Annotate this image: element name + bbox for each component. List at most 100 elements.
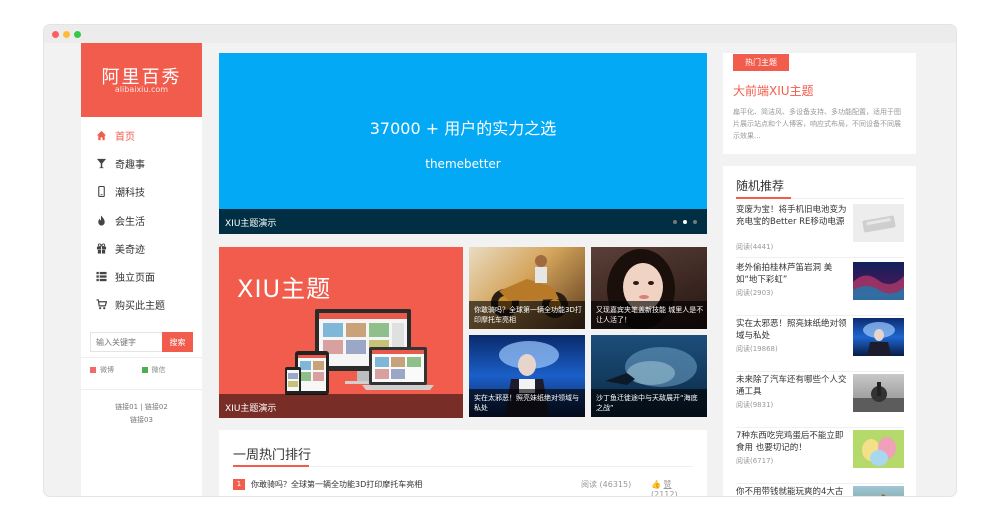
nav-label: 美奇迹 <box>115 244 145 256</box>
banner-caption: XIU主题演示 <box>225 219 277 229</box>
feature-caption: XIU主题演示 <box>225 404 277 414</box>
random-item-read: 阅读(2903) <box>736 289 774 297</box>
thumb-caption: 又现嘉宾夹笔盖新技能 城里人是不让人活了！ <box>596 306 704 324</box>
minimize-window-button[interactable] <box>63 31 70 38</box>
thumb-caption-bar: 又现嘉宾夹笔盖新技能 城里人是不让人活了！ <box>591 301 707 329</box>
gift-icon <box>95 242 107 254</box>
banner-caption-bar: XIU主题演示 <box>219 209 707 234</box>
phone-icon <box>95 186 107 198</box>
random-item-read: 阅读(6717) <box>736 457 774 465</box>
cocktail-icon <box>95 157 107 169</box>
close-window-button[interactable] <box>52 31 59 38</box>
weekly-hot-panel: 一周热门排行 1 你敢骑吗？全球第一辆全功能3D打印摩托车亮相 阅读 (4631… <box>219 430 707 496</box>
random-item[interactable]: 变废为宝！将手机旧电池变为充电宝的Better RE移动电源 阅读(4441) <box>736 204 904 258</box>
social-links: 微博 微信 <box>90 365 193 375</box>
random-item-title: 实在太邪恶！照亮妹纸绝对领域与私处 <box>736 319 847 341</box>
nav-item-buy[interactable]: 购买此主题 <box>81 291 202 319</box>
nav-item-tech[interactable]: 潮科技 <box>81 178 202 206</box>
logo-domain: alibaixiu.com <box>114 85 169 94</box>
hot-theme-tag: 热门主题 <box>733 54 789 71</box>
random-item-thumb <box>853 486 904 496</box>
links-line-2[interactable]: 链接03 <box>81 414 202 427</box>
random-item-read: 阅读(4441) <box>736 243 774 251</box>
random-item-title: 变废为宝！将手机旧电池变为充电宝的Better RE移动电源 <box>736 205 847 227</box>
random-item-title: 你不用带钱就能玩爽的4大古镇 景美人少 <box>736 487 844 496</box>
thumb-caption-bar: 实在太邪恶！照亮妹纸绝对领域与私处 <box>469 389 585 417</box>
divider <box>736 483 904 484</box>
divider <box>736 257 904 258</box>
hero-banner[interactable]: 37000 + 用户的实力之选 themebetter XIU主题演示 <box>219 53 707 234</box>
random-item-title: 未来除了汽车还有哪些个人交通工具 <box>736 375 847 397</box>
thumbs-up-icon: 👍 <box>651 480 661 489</box>
list-icon <box>95 271 107 283</box>
fire-icon <box>95 214 107 226</box>
links-line-1[interactable]: 链接01 | 链接02 <box>81 401 202 414</box>
banner-subtitle: themebetter <box>425 157 501 171</box>
weibo-link[interactable]: 微博 <box>90 365 142 375</box>
weekly-row-read: 阅读 (46315) <box>581 480 632 489</box>
window-titlebar <box>44 25 956 43</box>
random-item[interactable]: 未来除了汽车还有哪些个人交通工具 阅读(9831) <box>736 374 904 428</box>
random-item-read: 阅读(9831) <box>736 401 774 409</box>
hot-theme-desc: 扁平化、简洁风、多设备支持、多功能配置，适用于图片展示站点和个人博客，响应式布局… <box>733 108 901 140</box>
thumb-motorcycle[interactable]: 你敢骑吗？全球第一辆全功能3D打印摩托车亮相 <box>469 247 585 329</box>
random-item-thumb <box>853 374 904 412</box>
devices-illustration <box>285 309 434 395</box>
random-item[interactable]: 7种东西吃完鸡蛋后不能立即食用 也要切记的！ 阅读(6717) <box>736 430 904 484</box>
hot-theme-title[interactable]: 大前端XIU主题 <box>733 82 814 99</box>
thumb-girl[interactable]: 又现嘉宾夹笔盖新技能 城里人是不让人活了！ <box>591 247 707 329</box>
feature-caption-bar: XIU主题演示 <box>219 394 463 418</box>
maximize-window-button[interactable] <box>74 31 81 38</box>
thumb-caption: 你敢骑吗？全球第一辆全功能3D打印摩托车亮相 <box>474 306 582 324</box>
browser-window: 阿里百秀 alibaixiu.com 首页 奇趣事 潮科技 会生活 美奇迹 独立… <box>44 25 956 496</box>
random-item-title: 7种东西吃完鸡蛋后不能立即食用 也要切记的！ <box>736 431 844 453</box>
home-icon <box>95 129 107 141</box>
random-title: 随机推荐 <box>736 179 785 193</box>
weixin-link[interactable]: 微信 <box>141 365 194 375</box>
nav-item-miracle[interactable]: 美奇迹 <box>81 234 202 262</box>
random-item-title: 老外偷拍桂林芦笛岩洞 美如“地下彩虹” <box>736 263 833 285</box>
thumb-caption-bar: 沙丁鱼迁徙途中与天敌展开“海底之战” <box>591 389 707 417</box>
slide-dot-2[interactable] <box>683 220 687 224</box>
search-input[interactable] <box>90 332 162 352</box>
nav-label: 会生活 <box>115 216 145 228</box>
nav-label: 独立页面 <box>115 273 155 285</box>
like-link[interactable]: 👍 赞 (2112) <box>651 479 693 496</box>
sidebar: 阿里百秀 alibaixiu.com 首页 奇趣事 潮科技 会生活 美奇迹 独立… <box>81 43 202 496</box>
weixin-icon <box>141 367 148 373</box>
random-item-thumb <box>853 318 904 356</box>
random-item[interactable]: 实在太邪恶！照亮妹纸绝对领域与私处 阅读(19868) <box>736 318 904 372</box>
divider <box>736 427 904 428</box>
title-underline <box>736 197 791 199</box>
rank-badge: 1 <box>233 479 245 490</box>
weibo-icon <box>90 367 96 373</box>
random-item-thumb <box>853 262 904 300</box>
slide-dot-3[interactable] <box>693 220 697 224</box>
thumb-caption-bar: 你敢骑吗？全球第一辆全功能3D打印摩托车亮相 <box>469 301 585 329</box>
random-item-thumb <box>853 204 904 242</box>
thumb-light[interactable]: 实在太邪恶！照亮妹纸绝对领域与私处 <box>469 335 585 417</box>
random-item[interactable]: 你不用带钱就能玩爽的4大古镇 景美人少 <box>736 486 904 496</box>
search-button[interactable]: 搜索 <box>162 332 193 352</box>
sidebar-nav: 首页 奇趣事 潮科技 会生活 美奇迹 独立页面 购买此主题 <box>81 121 202 319</box>
weixin-label: 微信 <box>151 366 166 374</box>
nav-label: 首页 <box>115 131 135 143</box>
nav-item-home[interactable]: 首页 <box>81 121 202 149</box>
weekly-row[interactable]: 1 你敢骑吗？全球第一辆全功能3D打印摩托车亮相 阅读 (46315) 👍 赞 … <box>233 478 693 496</box>
nav-item-pages[interactable]: 独立页面 <box>81 262 202 290</box>
nav-item-life[interactable]: 会生活 <box>81 206 202 234</box>
divider <box>736 371 904 372</box>
nav-label: 购买此主题 <box>115 301 165 313</box>
cart-icon <box>95 299 107 311</box>
weekly-row-title: 你敢骑吗？全球第一辆全功能3D打印摩托车亮相 <box>251 480 423 489</box>
thumb-sardine[interactable]: 沙丁鱼迁徙途中与天敌展开“海底之战” <box>591 335 707 417</box>
thumb-caption: 实在太邪恶！照亮妹纸绝对领域与私处 <box>474 394 579 412</box>
nav-label: 潮科技 <box>115 188 145 200</box>
feature-tile[interactable]: XIU主题 XIU主题演示 <box>219 247 463 418</box>
slide-dot-1[interactable] <box>673 220 677 224</box>
weibo-label: 微博 <box>100 366 114 374</box>
nav-item-fun[interactable]: 奇趣事 <box>81 149 202 177</box>
random-item[interactable]: 老外偷拍桂林芦笛岩洞 美如“地下彩虹” 阅读(2903) <box>736 262 904 316</box>
banner-title: 37000 + 用户的实力之选 <box>369 119 557 138</box>
site-logo[interactable]: 阿里百秀 alibaixiu.com <box>81 43 202 117</box>
